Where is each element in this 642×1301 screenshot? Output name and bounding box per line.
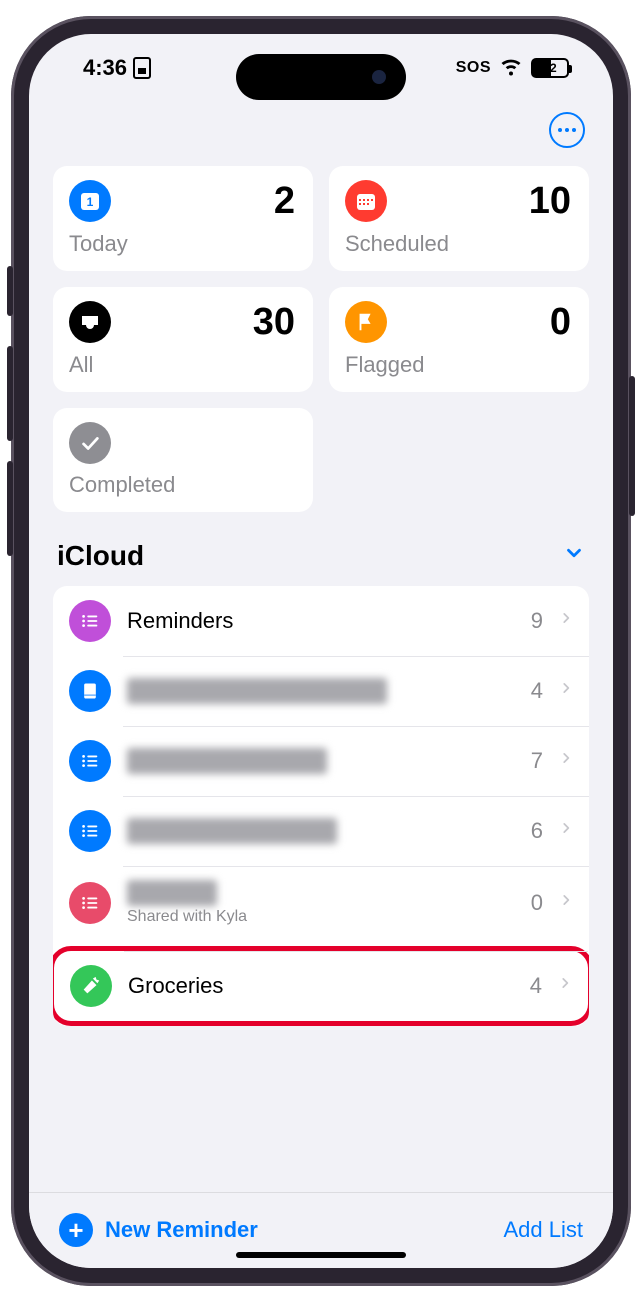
list-name: Reminders bbox=[127, 608, 515, 634]
sos-indicator: SOS bbox=[456, 59, 491, 77]
scheduled-label: Scheduled bbox=[345, 231, 571, 257]
list-icon bbox=[69, 600, 111, 642]
chevron-right-icon bbox=[559, 679, 573, 702]
content: 1 2 Today 10 Scheduled bbox=[29, 158, 613, 1192]
mute-switch bbox=[7, 266, 13, 316]
smart-card-flagged[interactable]: 0 Flagged bbox=[329, 287, 589, 392]
list-count: 0 bbox=[531, 890, 543, 916]
list-count: 7 bbox=[531, 748, 543, 774]
svg-text:1: 1 bbox=[87, 195, 94, 209]
flagged-count: 0 bbox=[550, 301, 571, 344]
smart-card-completed[interactable]: Completed bbox=[53, 408, 313, 512]
list-icon bbox=[70, 965, 112, 1007]
checkmark-icon bbox=[69, 422, 111, 464]
list-row-reminders[interactable]: Reminders 9 bbox=[53, 586, 589, 656]
flag-icon bbox=[345, 301, 387, 343]
list-row[interactable]: 4 bbox=[53, 656, 589, 726]
status-time: 4:36 bbox=[83, 55, 127, 81]
new-reminder-label: New Reminder bbox=[105, 1217, 258, 1243]
lists-container: Reminders 9 4 7 6 Shared with Kyla 0 Groceries 4 bbox=[53, 586, 589, 1026]
chevron-down-icon bbox=[563, 542, 585, 569]
volume-up bbox=[7, 346, 13, 441]
power-button bbox=[629, 376, 635, 516]
list-row[interactable]: 6 bbox=[53, 796, 589, 866]
list-name: Groceries bbox=[128, 973, 514, 999]
list-icon bbox=[69, 882, 111, 924]
more-button[interactable] bbox=[549, 112, 585, 148]
list-name-redacted bbox=[127, 748, 327, 774]
smart-card-all[interactable]: 30 All bbox=[53, 287, 313, 392]
list-count: 9 bbox=[531, 608, 543, 634]
flagged-label: Flagged bbox=[345, 352, 571, 378]
chevron-right-icon bbox=[559, 891, 573, 914]
list-icon bbox=[69, 810, 111, 852]
inbox-icon bbox=[69, 301, 111, 343]
add-list-label: Add List bbox=[504, 1217, 584, 1242]
smart-card-scheduled[interactable]: 10 Scheduled bbox=[329, 166, 589, 271]
all-label: All bbox=[69, 352, 295, 378]
scheduled-count: 10 bbox=[529, 180, 571, 223]
all-count: 30 bbox=[253, 301, 295, 344]
today-count: 2 bbox=[274, 180, 295, 223]
volume-down bbox=[7, 461, 13, 556]
chevron-right-icon bbox=[558, 974, 572, 997]
list-name-redacted bbox=[127, 678, 387, 704]
list-count: 6 bbox=[531, 818, 543, 844]
list-subtitle: Shared with Kyla bbox=[127, 908, 515, 926]
list-count: 4 bbox=[530, 973, 542, 999]
smart-lists-grid: 1 2 Today 10 Scheduled bbox=[53, 166, 589, 512]
home-indicator[interactable] bbox=[236, 1252, 406, 1258]
today-label: Today bbox=[69, 231, 295, 257]
list-row-groceries[interactable]: Groceries 4 bbox=[53, 946, 589, 1026]
smart-card-today[interactable]: 1 2 Today bbox=[53, 166, 313, 271]
calendar-icon bbox=[345, 180, 387, 222]
chevron-right-icon bbox=[559, 749, 573, 772]
section-title: iCloud bbox=[57, 540, 144, 572]
wifi-icon bbox=[499, 53, 523, 82]
list-count: 4 bbox=[531, 678, 543, 704]
list-icon bbox=[69, 670, 111, 712]
list-icon bbox=[69, 740, 111, 782]
screen: 4:36 SOS 52 bbox=[29, 34, 613, 1268]
completed-label: Completed bbox=[69, 472, 295, 498]
list-name-redacted bbox=[127, 880, 217, 906]
nav-bar bbox=[29, 102, 613, 158]
plus-circle-icon: + bbox=[59, 1213, 93, 1247]
battery-icon: 52 bbox=[531, 58, 569, 78]
list-name-redacted bbox=[127, 818, 337, 844]
new-reminder-button[interactable]: + New Reminder bbox=[59, 1213, 258, 1247]
chevron-right-icon bbox=[559, 609, 573, 632]
phone-frame: 4:36 SOS 52 bbox=[11, 16, 631, 1286]
list-row[interactable]: 7 bbox=[53, 726, 589, 796]
chevron-right-icon bbox=[559, 819, 573, 842]
calendar-today-icon: 1 bbox=[69, 180, 111, 222]
contact-card-icon bbox=[133, 57, 151, 79]
add-list-button[interactable]: Add List bbox=[504, 1217, 584, 1243]
list-row[interactable]: Shared with Kyla 0 bbox=[53, 866, 589, 940]
section-header-icloud[interactable]: iCloud bbox=[53, 512, 589, 586]
dynamic-island bbox=[236, 54, 406, 100]
